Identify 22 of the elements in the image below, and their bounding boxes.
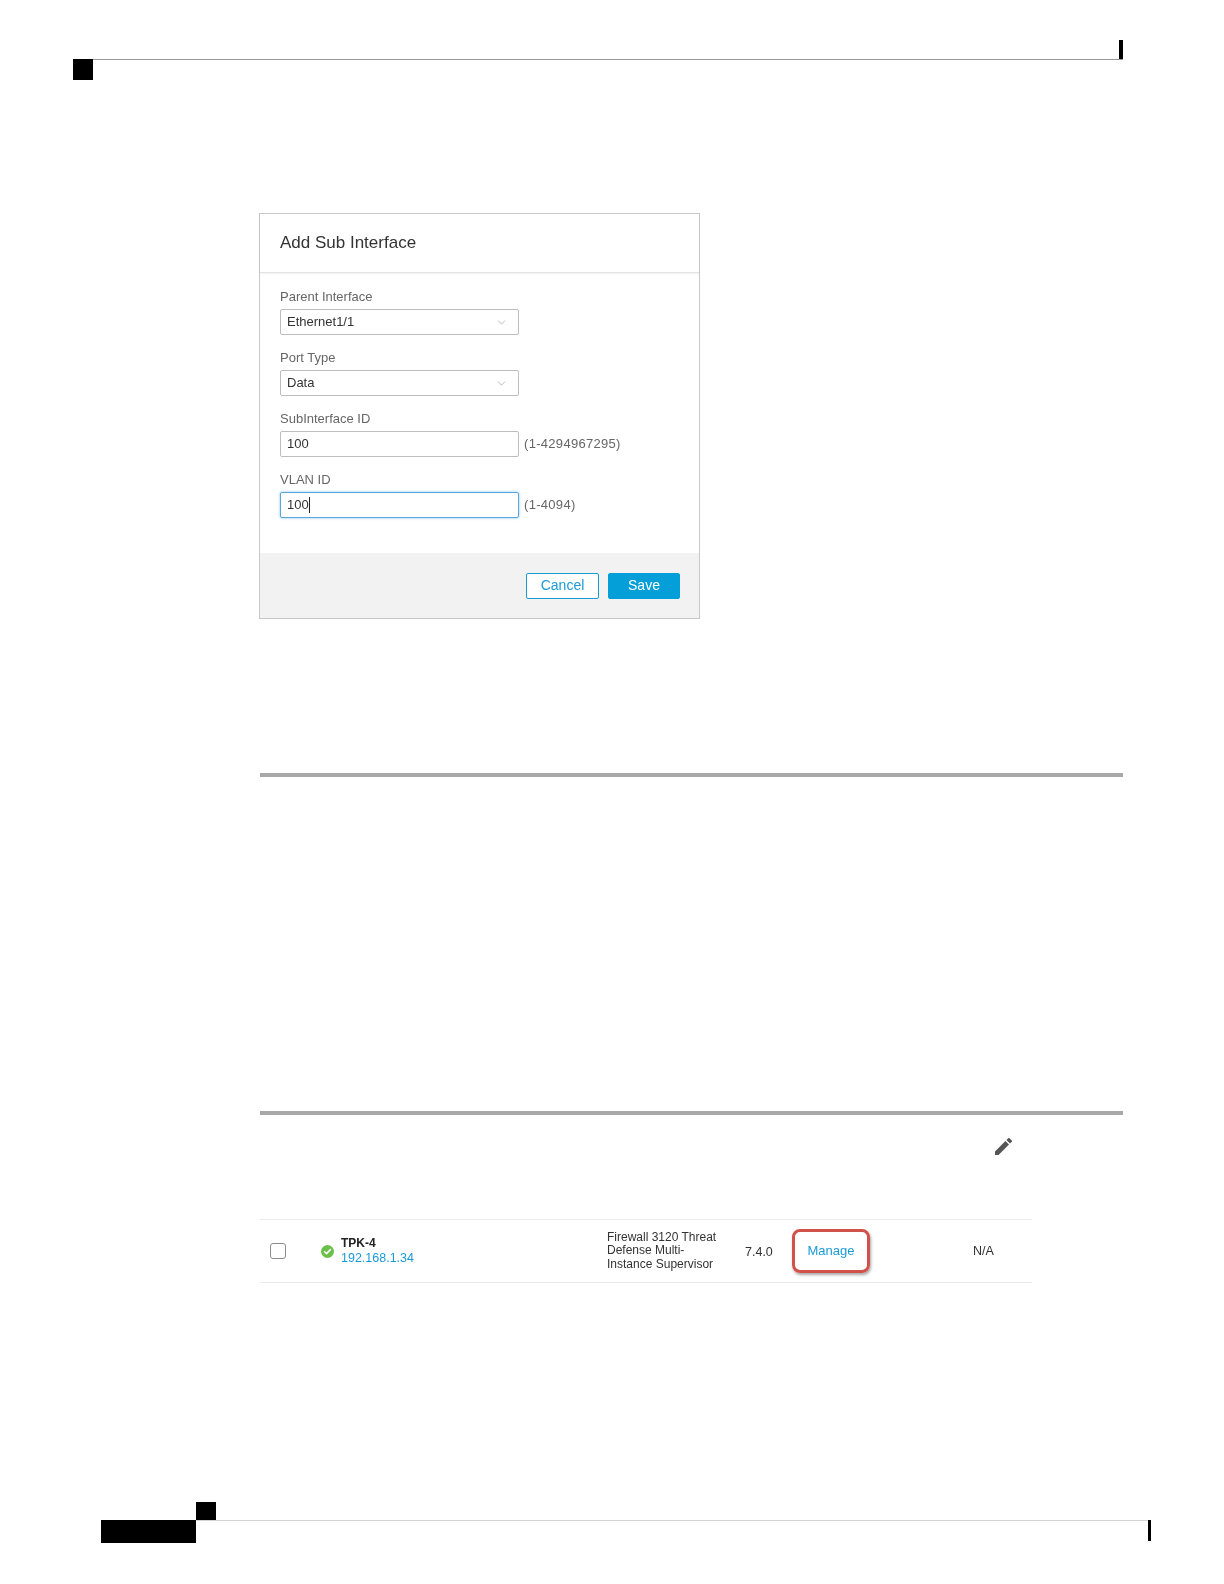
dropdown[interactable]: Ethernet1/1 bbox=[280, 309, 519, 335]
field-label: SubInterface ID bbox=[280, 411, 371, 427]
pencil-icon bbox=[995, 1138, 1012, 1155]
device-model: Firewall 3120 Threat Defense Multi-Instance Supervisor bbox=[607, 1230, 718, 1272]
edge-bar-icon bbox=[1148, 1520, 1151, 1541]
text-cursor-icon bbox=[308, 497, 310, 513]
dialog-title: Add Sub Interface bbox=[280, 232, 417, 255]
range-hint: (1-4294967295) bbox=[524, 435, 621, 454]
page-marker-icon bbox=[196, 1502, 216, 1520]
field-label: Parent Interface bbox=[280, 289, 373, 305]
table-cell-text: N/A bbox=[973, 1242, 994, 1260]
device-name: TPK-4 bbox=[341, 1236, 376, 1251]
edge-bar-icon bbox=[1119, 40, 1123, 59]
dropdown[interactable]: Data bbox=[280, 370, 519, 396]
row-checkbox[interactable] bbox=[270, 1243, 286, 1259]
input-field[interactable]: 100 bbox=[280, 431, 519, 457]
range-hint: (1-4094) bbox=[524, 496, 576, 515]
device-version: 7.4.0 bbox=[745, 1245, 773, 1259]
field-label: VLAN ID bbox=[280, 472, 331, 488]
field-label: Port Type bbox=[280, 350, 336, 366]
page-marker-icon bbox=[73, 59, 93, 80]
input-field[interactable]: 100 bbox=[280, 492, 519, 518]
